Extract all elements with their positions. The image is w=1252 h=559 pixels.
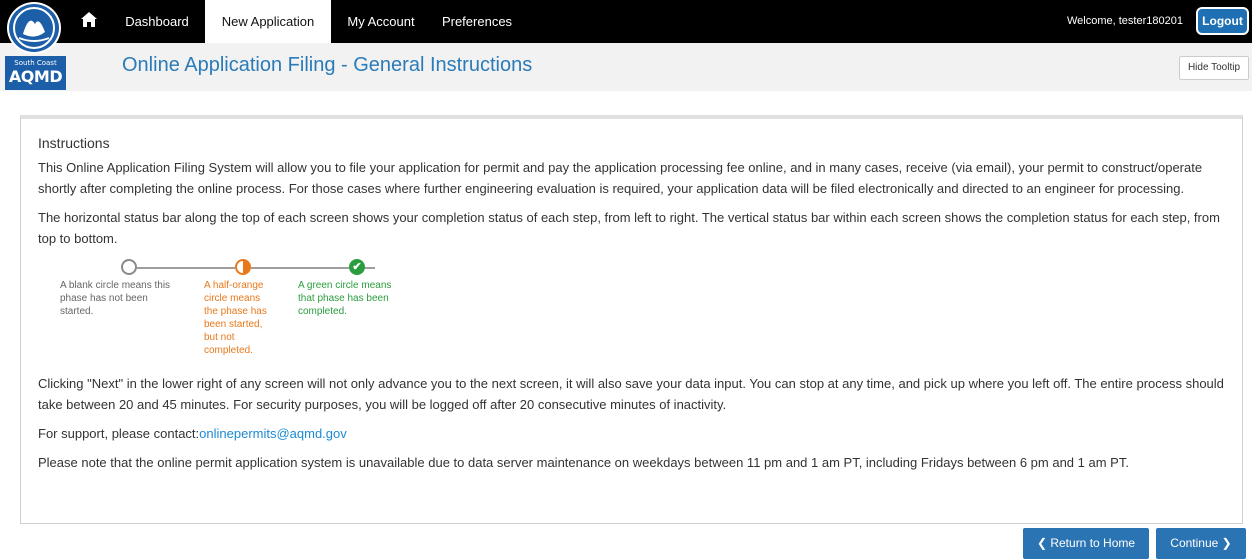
nav-item-preferences[interactable]: Preferences [432, 0, 522, 43]
half-circle-icon [235, 259, 251, 275]
legend-done-text: A green circle means that phase has been… [298, 280, 392, 317]
nav-item-new-application[interactable]: New Application [205, 0, 331, 43]
return-to-home-button[interactable]: ❮ Return to Home [1023, 528, 1149, 559]
logo-wordmark: South Coast AQMD [5, 56, 66, 90]
logo-big-text: AQMD [8, 67, 63, 86]
nav-item-my-account[interactable]: My Account [335, 0, 427, 43]
blank-circle-icon [121, 259, 137, 275]
aqmd-logo[interactable]: South Coast AQMD [5, 1, 66, 90]
logo-emblem-icon [7, 2, 61, 54]
top-navbar: Dashboard New Application My Account Pre… [0, 0, 1252, 43]
legend-connector [365, 267, 375, 269]
instructions-title: Instructions [38, 135, 110, 151]
check-circle-icon: ✔ [349, 259, 365, 275]
instructions-paragraph-2: The horizontal status bar along the top … [38, 210, 1220, 246]
legend-blank-text: A blank circle means this phase has not … [60, 280, 171, 317]
support-email-link[interactable]: onlinepermits@aqmd.gov [199, 426, 347, 441]
continue-button[interactable]: Continue ❯ [1156, 528, 1246, 559]
support-prefix: For support, please contact: [38, 426, 200, 441]
legend-connector [251, 267, 349, 269]
welcome-text: Welcome, tester180201 [1067, 15, 1183, 27]
page-header: Online Application Filing - General Inst… [0, 43, 1252, 91]
hide-tooltip-button[interactable]: Hide Tooltip [1179, 56, 1249, 80]
status-legend: ✔ A blank circle means this phase has no… [38, 257, 1233, 369]
home-icon[interactable] [80, 10, 98, 30]
nav-item-dashboard[interactable]: Dashboard [113, 0, 201, 43]
page-title: Online Application Filing - General Inst… [122, 54, 533, 76]
instructions-paragraph-1: This Online Application Filing System wi… [38, 160, 1203, 196]
support-line: For support, please contact:onlinepermit… [38, 423, 1233, 444]
instructions-paragraph-3: Clicking "Next" in the lower right of an… [38, 376, 1224, 412]
instructions-panel: Instructions This Online Application Fil… [20, 115, 1243, 524]
maintenance-notice: Please note that the online permit appli… [38, 455, 1129, 470]
legend-half-text: A half-orange circle means the phase has… [204, 280, 267, 356]
legend-connector [137, 267, 235, 269]
logout-button[interactable]: Logout [1196, 7, 1249, 35]
